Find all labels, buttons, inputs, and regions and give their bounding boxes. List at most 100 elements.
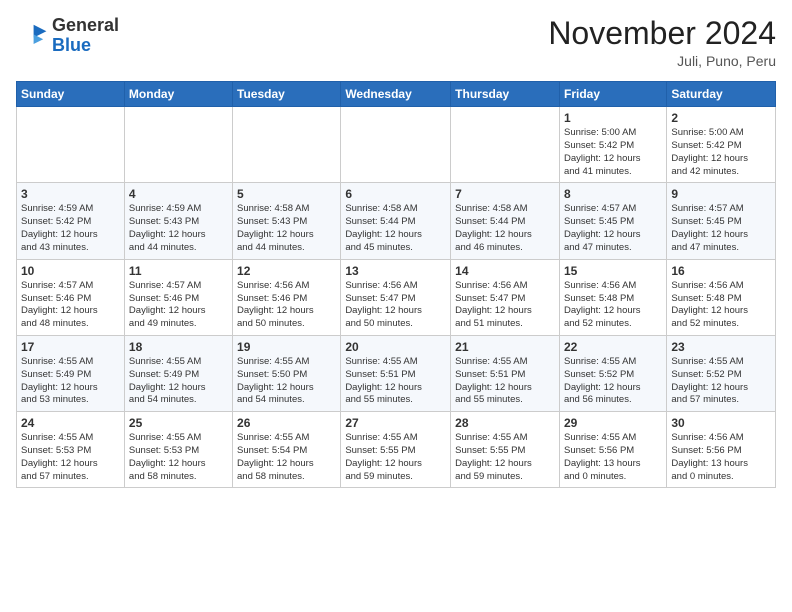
calendar-cell: 20Sunrise: 4:55 AM Sunset: 5:51 PM Dayli… [341, 335, 451, 411]
calendar-cell: 3 Sunrise: 4:59 AM Sunset: 5:42 PM Daylig… [17, 183, 125, 259]
page: General Blue November 2024 Juli, Puno, P… [0, 0, 792, 612]
week-row-1: 1Sunrise: 5:00 AM Sunset: 5:42 PM Daylig… [17, 107, 776, 183]
calendar-cell [124, 107, 232, 183]
calendar-cell: 30 Sunrise: 4:56 AM Sunset: 5:56 PM Dayli… [667, 412, 776, 488]
title-area: November 2024 Juli, Puno, Peru [548, 16, 776, 69]
day-number: 17 [21, 340, 120, 354]
day-number: 25 [129, 416, 228, 430]
calendar-cell: 7 Sunrise: 4:58 AM Sunset: 5:44 PM Daylig… [451, 183, 560, 259]
day-number: 10 [21, 264, 120, 278]
calendar-cell: 5Sunrise: 4:58 AM Sunset: 5:43 PM Daylig… [233, 183, 341, 259]
calendar-cell: 13 Sunrise: 4:56 AM Sunset: 5:47 PM Dayli… [341, 259, 451, 335]
weekday-header-sunday: Sunday [17, 82, 125, 107]
day-number: 5 [237, 187, 336, 201]
day-info: Sunrise: 4:55 AM Sunset: 5:55 PM Dayligh… [455, 432, 555, 483]
week-row-4: 17 Sunrise: 4:55 AM Sunset: 5:49 PM Dayli… [17, 335, 776, 411]
day-info: Sunrise: 4:55 AM Sunset: 5:53 PM Dayligh… [129, 432, 228, 483]
calendar-cell: 26 Sunrise: 4:55 AM Sunset: 5:54 PM Dayli… [233, 412, 341, 488]
day-number: 11 [129, 264, 228, 278]
day-number: 19 [237, 340, 336, 354]
day-number: 26 [237, 416, 336, 430]
day-info: Sunrise: 4:56 AM Sunset: 5:48 PM Dayligh… [564, 280, 662, 331]
header: General Blue November 2024 Juli, Puno, P… [16, 16, 776, 69]
weekday-header-wednesday: Wednesday [341, 82, 451, 107]
weekday-header-friday: Friday [559, 82, 666, 107]
weekday-header-thursday: Thursday [451, 82, 560, 107]
day-info: Sunrise: 4:57 AM Sunset: 5:46 PM Dayligh… [129, 280, 228, 331]
calendar-cell: 9Sunrise: 4:57 AM Sunset: 5:45 PM Daylig… [667, 183, 776, 259]
day-number: 8 [564, 187, 662, 201]
weekday-header-tuesday: Tuesday [233, 82, 341, 107]
day-number: 13 [345, 264, 446, 278]
calendar-cell: 16 Sunrise: 4:56 AM Sunset: 5:48 PM Dayli… [667, 259, 776, 335]
calendar-cell: 12 Sunrise: 4:56 AM Sunset: 5:46 PM Dayli… [233, 259, 341, 335]
calendar-cell: 27 Sunrise: 4:55 AM Sunset: 5:55 PM Dayli… [341, 412, 451, 488]
calendar-cell: 11 Sunrise: 4:57 AM Sunset: 5:46 PM Dayli… [124, 259, 232, 335]
calendar-cell [451, 107, 560, 183]
day-info: Sunrise: 4:56 AM Sunset: 5:47 PM Dayligh… [455, 280, 555, 331]
day-info: Sunrise: 4:57 AM Sunset: 5:46 PM Dayligh… [21, 280, 120, 331]
calendar-cell: 10 Sunrise: 4:57 AM Sunset: 5:46 PM Dayli… [17, 259, 125, 335]
week-row-3: 10 Sunrise: 4:57 AM Sunset: 5:46 PM Dayli… [17, 259, 776, 335]
day-info: Sunrise: 4:56 AM Sunset: 5:47 PM Dayligh… [345, 280, 446, 331]
calendar-cell: 28 Sunrise: 4:55 AM Sunset: 5:55 PM Dayli… [451, 412, 560, 488]
calendar-cell: 8 Sunrise: 4:57 AM Sunset: 5:45 PM Daylig… [559, 183, 666, 259]
day-info: Sunrise: 4:55 AM Sunset: 5:51 PM Dayligh… [345, 356, 446, 407]
day-info: Sunrise: 4:55 AM Sunset: 5:49 PM Dayligh… [129, 356, 228, 407]
day-info: Sunrise: 4:55 AM Sunset: 5:52 PM Dayligh… [564, 356, 662, 407]
day-number: 18 [129, 340, 228, 354]
day-info: Sunrise: 5:00 AM Sunset: 5:42 PM Dayligh… [564, 127, 662, 178]
day-info: Sunrise: 4:59 AM Sunset: 5:43 PM Dayligh… [129, 203, 228, 254]
day-number: 24 [21, 416, 120, 430]
day-info: Sunrise: 4:58 AM Sunset: 5:44 PM Dayligh… [455, 203, 555, 254]
calendar-cell: 14Sunrise: 4:56 AM Sunset: 5:47 PM Dayli… [451, 259, 560, 335]
logo-icon [16, 20, 48, 52]
day-number: 29 [564, 416, 662, 430]
calendar-cell: 18 Sunrise: 4:55 AM Sunset: 5:49 PM Dayli… [124, 335, 232, 411]
day-info: Sunrise: 4:55 AM Sunset: 5:54 PM Dayligh… [237, 432, 336, 483]
weekday-row: SundayMondayTuesdayWednesdayThursdayFrid… [17, 82, 776, 107]
calendar-cell: 19 Sunrise: 4:55 AM Sunset: 5:50 PM Dayli… [233, 335, 341, 411]
calendar-cell [233, 107, 341, 183]
day-number: 12 [237, 264, 336, 278]
day-number: 30 [671, 416, 771, 430]
day-info: Sunrise: 4:56 AM Sunset: 5:48 PM Dayligh… [671, 280, 771, 331]
day-number: 27 [345, 416, 446, 430]
day-info: Sunrise: 4:55 AM Sunset: 5:55 PM Dayligh… [345, 432, 446, 483]
day-info: Sunrise: 4:55 AM Sunset: 5:53 PM Dayligh… [21, 432, 120, 483]
weekday-header-monday: Monday [124, 82, 232, 107]
calendar-cell: 2Sunrise: 5:00 AM Sunset: 5:42 PM Daylig… [667, 107, 776, 183]
day-info: Sunrise: 4:57 AM Sunset: 5:45 PM Dayligh… [564, 203, 662, 254]
day-info: Sunrise: 4:56 AM Sunset: 5:56 PM Dayligh… [671, 432, 771, 483]
calendar-cell: 25 Sunrise: 4:55 AM Sunset: 5:53 PM Dayli… [124, 412, 232, 488]
month-title: November 2024 [548, 16, 776, 51]
day-number: 7 [455, 187, 555, 201]
calendar-cell [17, 107, 125, 183]
calendar-cell: 6 Sunrise: 4:58 AM Sunset: 5:44 PM Daylig… [341, 183, 451, 259]
day-info: Sunrise: 4:55 AM Sunset: 5:49 PM Dayligh… [21, 356, 120, 407]
day-number: 23 [671, 340, 771, 354]
day-number: 3 [21, 187, 120, 201]
day-number: 16 [671, 264, 771, 278]
calendar-body: 1Sunrise: 5:00 AM Sunset: 5:42 PM Daylig… [17, 107, 776, 488]
day-info: Sunrise: 4:59 AM Sunset: 5:42 PM Dayligh… [21, 203, 120, 254]
day-number: 4 [129, 187, 228, 201]
weekday-header-saturday: Saturday [667, 82, 776, 107]
day-info: Sunrise: 4:55 AM Sunset: 5:51 PM Dayligh… [455, 356, 555, 407]
calendar-cell: 22Sunrise: 4:55 AM Sunset: 5:52 PM Dayli… [559, 335, 666, 411]
calendar: SundayMondayTuesdayWednesdayThursdayFrid… [16, 81, 776, 488]
day-info: Sunrise: 5:00 AM Sunset: 5:42 PM Dayligh… [671, 127, 771, 178]
calendar-cell [341, 107, 451, 183]
logo-blue: Blue [52, 36, 119, 56]
day-info: Sunrise: 4:58 AM Sunset: 5:44 PM Dayligh… [345, 203, 446, 254]
day-info: Sunrise: 4:56 AM Sunset: 5:46 PM Dayligh… [237, 280, 336, 331]
week-row-5: 24 Sunrise: 4:55 AM Sunset: 5:53 PM Dayli… [17, 412, 776, 488]
logo-general: General [52, 16, 119, 36]
day-info: Sunrise: 4:55 AM Sunset: 5:50 PM Dayligh… [237, 356, 336, 407]
location: Juli, Puno, Peru [548, 53, 776, 69]
day-number: 6 [345, 187, 446, 201]
calendar-cell: 29Sunrise: 4:55 AM Sunset: 5:56 PM Dayli… [559, 412, 666, 488]
calendar-cell: 15Sunrise: 4:56 AM Sunset: 5:48 PM Dayli… [559, 259, 666, 335]
calendar-cell: 1Sunrise: 5:00 AM Sunset: 5:42 PM Daylig… [559, 107, 666, 183]
day-number: 28 [455, 416, 555, 430]
